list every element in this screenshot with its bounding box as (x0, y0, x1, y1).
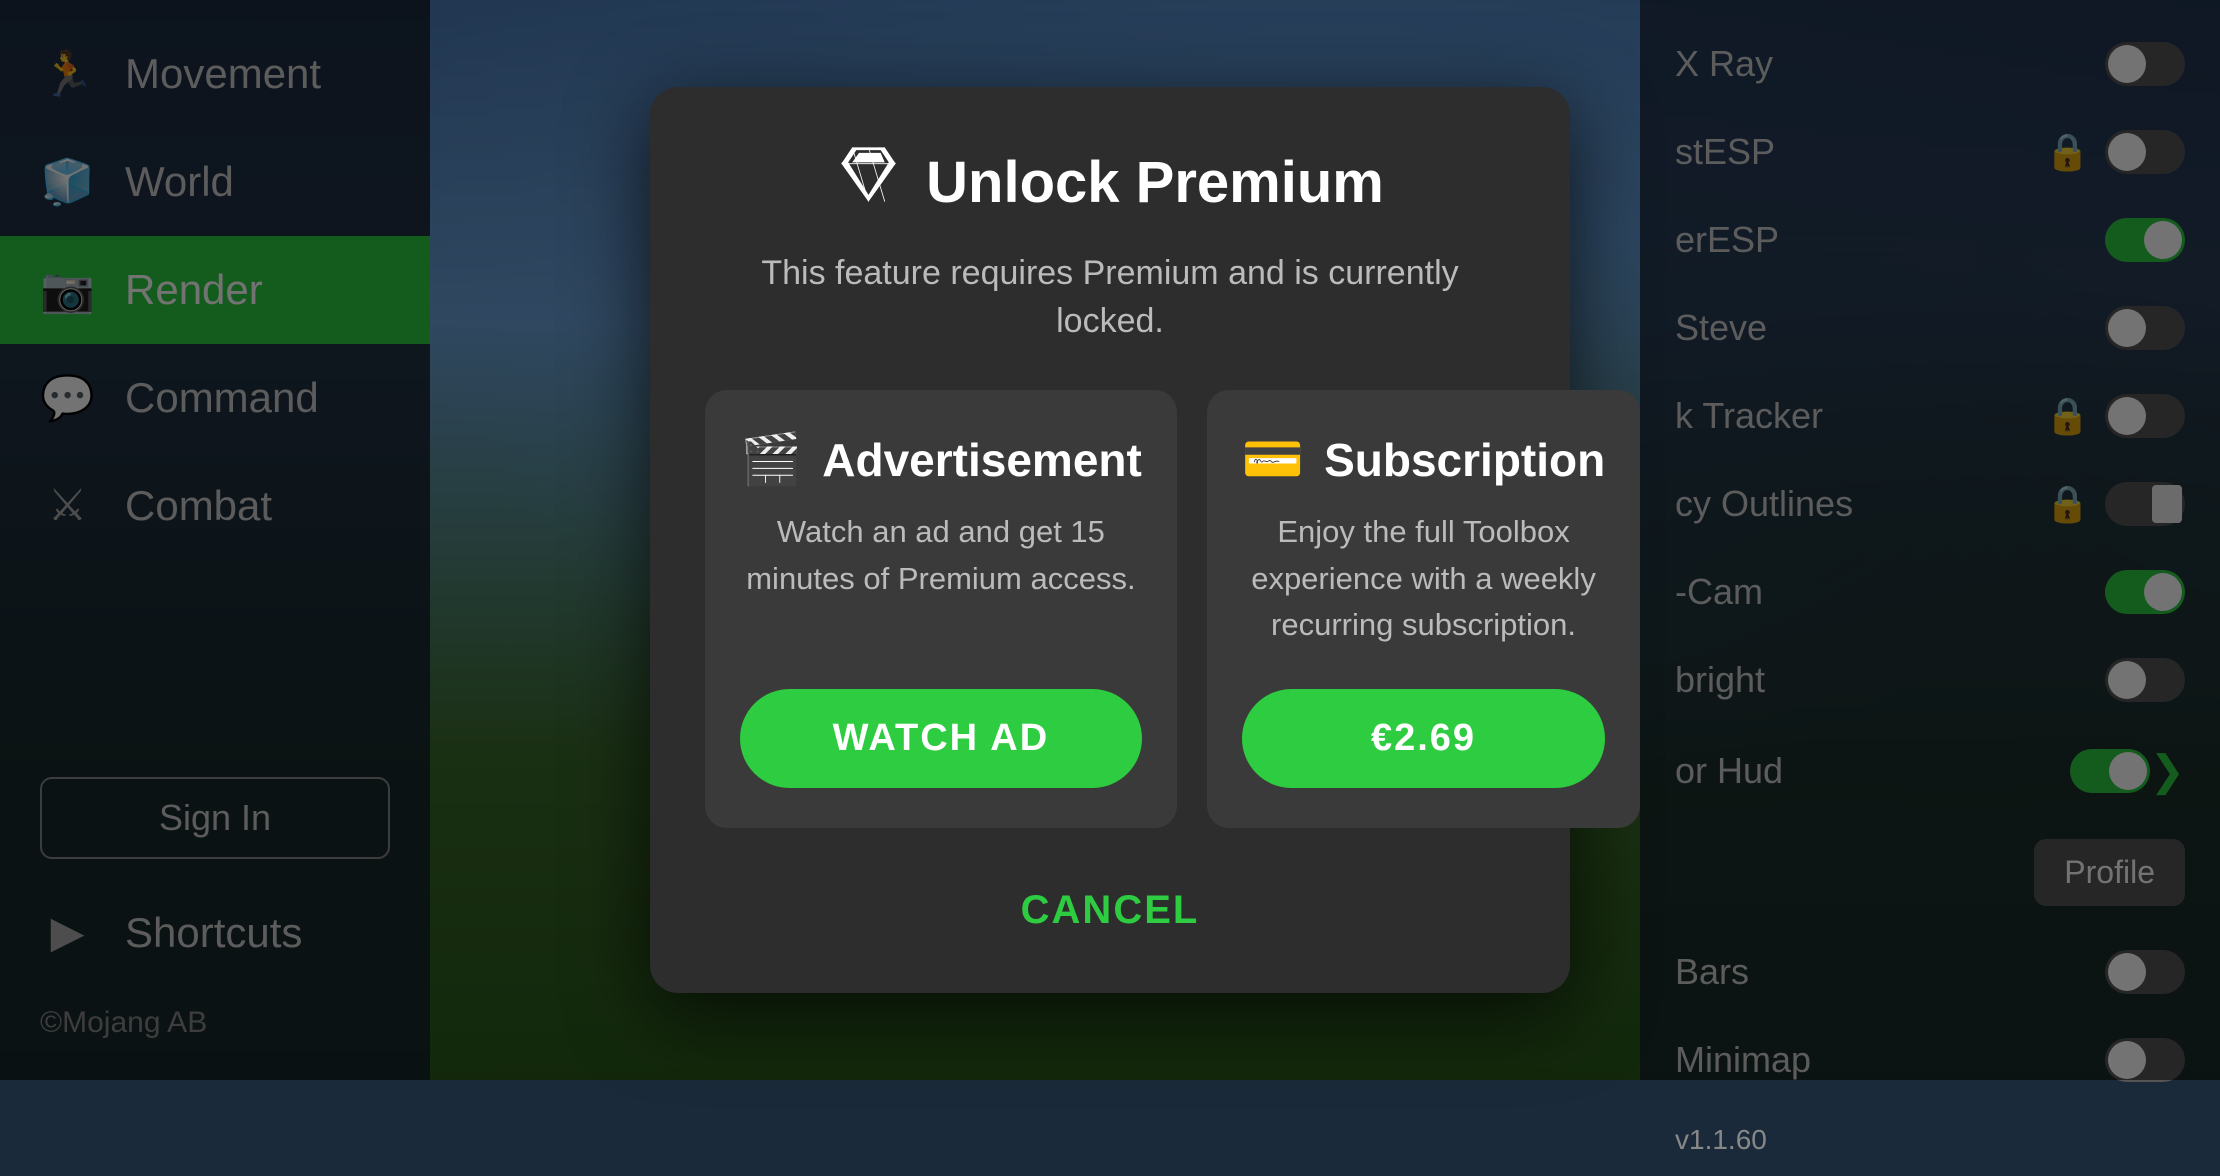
modal-title: Unlock Premium (926, 149, 1384, 216)
ad-card-title: Advertisement (822, 433, 1142, 487)
cancel-button[interactable]: CANCEL (981, 873, 1240, 948)
sub-card-title: Subscription (1324, 433, 1605, 487)
watch-ad-button[interactable]: WATCH AD (740, 689, 1142, 788)
ad-icon: 🎬 (740, 430, 802, 489)
ad-card-header: 🎬 Advertisement (740, 430, 1142, 489)
modal-header: Unlock Premium (836, 142, 1384, 222)
subscription-card: 💳 Subscription Enjoy the full Toolbox ex… (1207, 390, 1640, 828)
modal-overlay[interactable]: Unlock Premium This feature requires Pre… (0, 0, 2220, 1080)
unlock-premium-modal: Unlock Premium This feature requires Pre… (650, 87, 1570, 993)
modal-cards: 🎬 Advertisement Watch an ad and get 15 m… (705, 390, 1515, 828)
diamond-icon (836, 142, 901, 222)
sub-card-description: Enjoy the full Toolbox experience with a… (1242, 509, 1605, 649)
ad-card-description: Watch an ad and get 15 minutes of Premiu… (740, 509, 1142, 649)
modal-subtitle: This feature requires Premium and is cur… (705, 250, 1515, 345)
sub-card-header: 💳 Subscription (1242, 430, 1605, 489)
version-text: v1.1.60 (1640, 1104, 2220, 1176)
subscribe-button[interactable]: €2.69 (1242, 689, 1605, 788)
advertisement-card: 🎬 Advertisement Watch an ad and get 15 m… (705, 390, 1177, 828)
sub-icon: 💳 (1242, 430, 1304, 489)
